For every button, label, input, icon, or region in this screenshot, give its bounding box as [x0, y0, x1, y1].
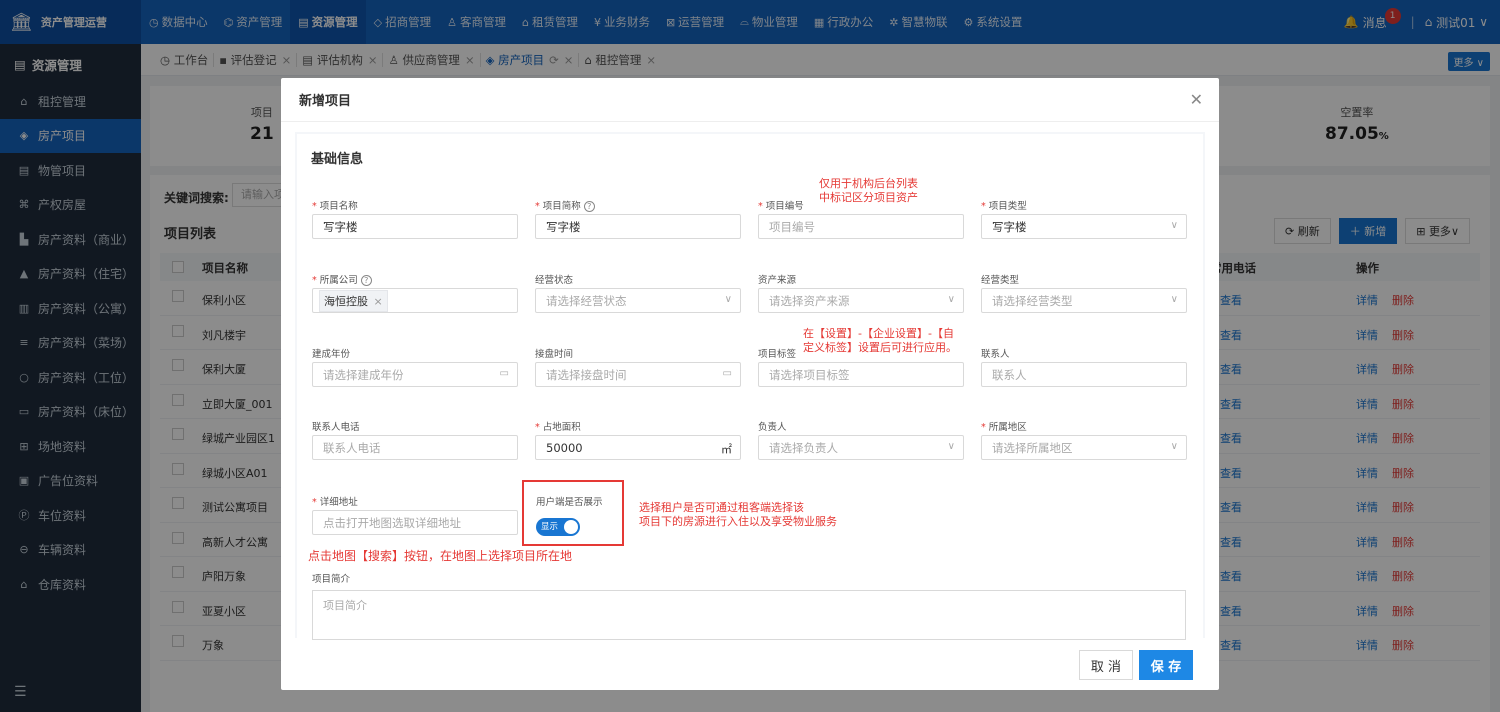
field-label: 经营状态	[535, 275, 574, 286]
add-project-modal: 新增项目 ✕ 基础信息 * 项目名称 写字楼 * 项目简称? 写字楼 * 项目编号 项…	[281, 78, 1219, 690]
address-input[interactable]: 点击打开地图选取详细地址	[312, 510, 518, 535]
field-contact-phone: 联系人电话 联系人电话	[312, 419, 518, 460]
cancel-button[interactable]: 取 消	[1079, 650, 1133, 680]
tags-select[interactable]: 请选择项目标签	[758, 362, 964, 387]
field-build-year: 建成年份 请选择建成年份 ▭	[312, 346, 518, 387]
field-address: * 详细地址 点击打开地图选取详细地址	[312, 494, 518, 535]
field-label: * 占地面积	[535, 422, 581, 433]
project-type-select[interactable]: 写字楼 ∨	[981, 214, 1187, 239]
field-op-status: 经营状态 请选择经营状态 ∨	[535, 272, 741, 313]
modal-title: 新增项目	[281, 78, 1219, 122]
take-time-picker[interactable]: 请选择接盘时间 ▭	[535, 362, 741, 387]
toggle-knob	[564, 520, 578, 534]
field-owner: 负责人 请选择负责人 ∨	[758, 419, 964, 460]
show-switch-highlight: 用户端是否展示 显示	[522, 480, 624, 546]
field-contact: 联系人 联系人	[981, 346, 1187, 387]
field-project-short: * 项目简称? 写字楼	[535, 198, 741, 239]
field-label: 负责人	[758, 422, 787, 433]
field-label: * 项目简称?	[535, 198, 741, 214]
calendar-icon: ▭	[722, 368, 732, 379]
company-select[interactable]: 海恒控股 ×	[312, 288, 518, 313]
close-icon[interactable]: ✕	[1190, 90, 1203, 109]
chevron-down-icon: ∨	[724, 294, 732, 305]
field-label: 联系人	[981, 349, 1010, 360]
note-code: 仅用于机构后台列表 中标记区分项目资产	[819, 177, 918, 204]
field-company: * 所属公司? 海恒控股 ×	[312, 272, 518, 313]
field-label: * 项目类型	[981, 201, 1027, 212]
field-project-type: * 项目类型 写字楼 ∨	[981, 198, 1187, 239]
close-icon[interactable]: ×	[370, 295, 382, 308]
help-icon[interactable]: ?	[583, 201, 595, 212]
owner-select[interactable]: 请选择负责人 ∨	[758, 435, 964, 460]
area-input[interactable]: 50000 ㎡	[535, 435, 741, 460]
field-source: 资产来源 请选择资产来源 ∨	[758, 272, 964, 313]
field-label: * 所属地区	[981, 422, 1027, 433]
chevron-down-icon: ∨	[1170, 441, 1178, 452]
source-select[interactable]: 请选择资产来源 ∨	[758, 288, 964, 313]
area-unit: ㎡	[721, 443, 732, 456]
note-show: 选择租户是否可通过租客端选择该 项目下的房源进行入住以及享受物业服务	[639, 501, 837, 528]
field-label: * 项目名称	[312, 201, 358, 212]
field-area: * 占地面积 50000 ㎡	[535, 419, 741, 460]
chevron-down-icon: ∨	[1170, 294, 1178, 305]
field-label: 接盘时间	[535, 349, 574, 360]
modal-footer: 取 消 保 存	[281, 640, 1219, 690]
field-label: 资产来源	[758, 275, 797, 286]
intro-textarea[interactable]: 项目简介	[312, 590, 1186, 640]
help-icon[interactable]: ?	[360, 275, 372, 286]
note-tags: 在【设置】-【企业设置】-【自 定义标签】设置后可进行应用。	[803, 327, 957, 354]
chevron-down-icon: ∨	[1170, 220, 1178, 231]
field-label: * 所属公司?	[312, 272, 518, 288]
company-tag: 海恒控股 ×	[319, 289, 388, 312]
contact-phone-input[interactable]: 联系人电话	[312, 435, 518, 460]
project-code-input[interactable]: 项目编号	[758, 214, 964, 239]
field-region: * 所属地区 请选择所属地区 ∨	[981, 419, 1187, 460]
project-short-input[interactable]: 写字楼	[535, 214, 741, 239]
field-label: 经营类型	[981, 275, 1020, 286]
field-label: 项目简介	[312, 574, 351, 585]
show-toggle[interactable]: 显示	[536, 518, 580, 536]
op-status-select[interactable]: 请选择经营状态 ∨	[535, 288, 741, 313]
region-select[interactable]: 请选择所属地区 ∨	[981, 435, 1187, 460]
field-take-time: 接盘时间 请选择接盘时间 ▭	[535, 346, 741, 387]
field-label: 联系人电话	[312, 422, 360, 433]
chevron-down-icon: ∨	[947, 441, 955, 452]
contact-input[interactable]: 联系人	[981, 362, 1187, 387]
field-op-type: 经营类型 请选择经营类型 ∨	[981, 272, 1187, 313]
field-label: 用户端是否展示	[536, 497, 603, 508]
build-year-picker[interactable]: 请选择建成年份 ▭	[312, 362, 518, 387]
note-address: 点击地图【搜索】按钮，在地图上选择项目所在地	[308, 549, 573, 563]
field-label: * 详细地址	[312, 497, 358, 508]
op-type-select[interactable]: 请选择经营类型 ∨	[981, 288, 1187, 313]
section-title: 基础信息	[311, 152, 364, 167]
save-button[interactable]: 保 存	[1139, 650, 1193, 680]
calendar-icon: ▭	[499, 368, 509, 379]
chevron-down-icon: ∨	[947, 294, 955, 305]
field-label: 建成年份	[312, 349, 351, 360]
field-project-name: * 项目名称 写字楼	[312, 198, 518, 239]
project-name-input[interactable]: 写字楼	[312, 214, 518, 239]
